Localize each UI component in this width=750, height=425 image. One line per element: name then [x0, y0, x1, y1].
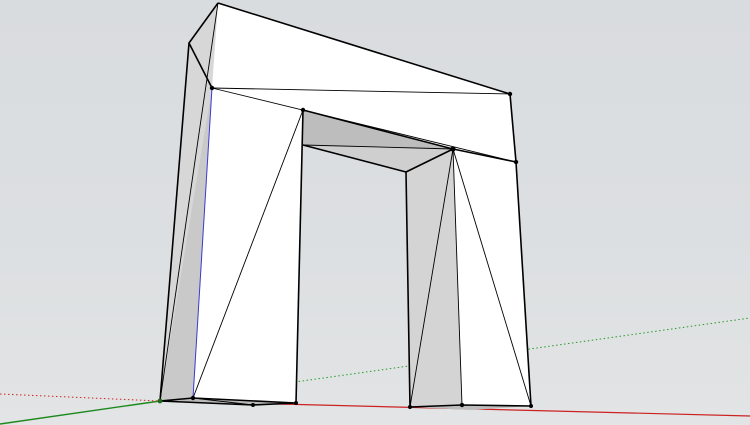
vertex-marker[interactable] — [408, 405, 412, 409]
vertex-marker[interactable] — [190, 395, 196, 401]
vertex-marker[interactable] — [450, 146, 456, 152]
vertex-marker[interactable] — [513, 159, 519, 165]
right-pillar-inner-face[interactable] — [406, 149, 462, 407]
origin-marker — [157, 398, 163, 404]
vertex-marker[interactable] — [209, 85, 215, 91]
red-axis-dotted — [0, 393, 161, 402]
vertex-marker[interactable] — [529, 404, 533, 408]
arch-model-scene[interactable] — [0, 0, 750, 425]
vertex-marker[interactable] — [459, 402, 465, 408]
vertex-marker[interactable] — [294, 401, 298, 405]
vertex-marker[interactable] — [300, 107, 306, 113]
vertex-marker[interactable] — [251, 403, 255, 407]
green-axis — [0, 400, 161, 425]
modeling-viewport[interactable] — [0, 0, 750, 425]
vertex-marker[interactable] — [507, 91, 513, 97]
